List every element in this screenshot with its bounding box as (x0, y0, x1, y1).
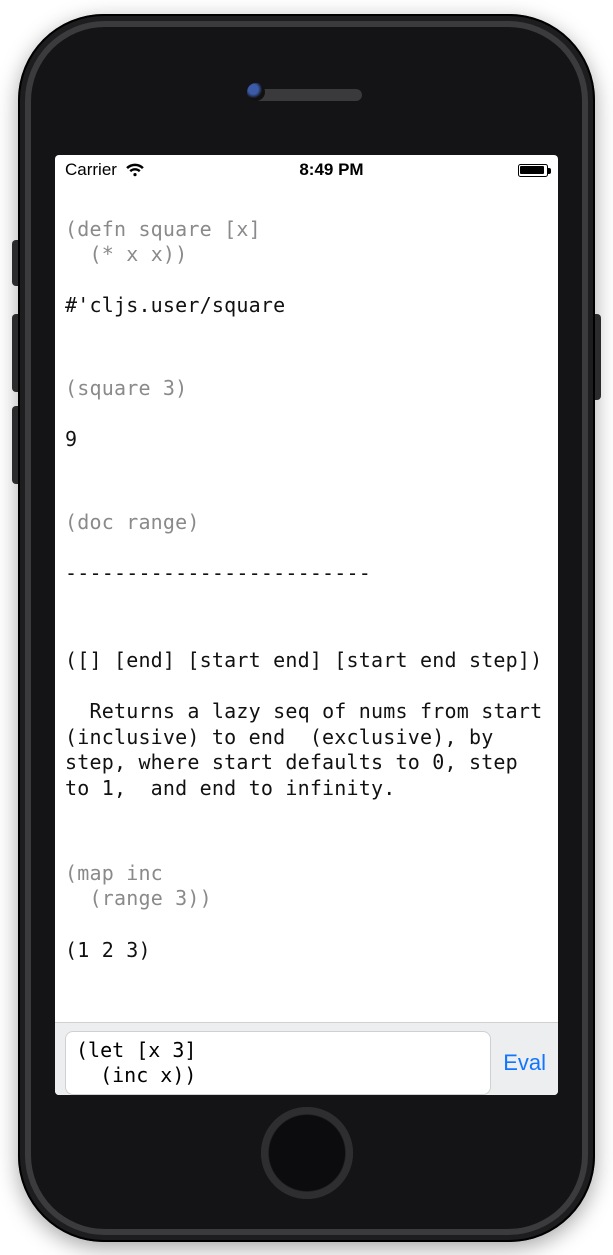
wifi-icon (125, 163, 145, 178)
front-camera (247, 83, 265, 101)
battery-icon (518, 164, 548, 177)
repl-input: (square 3) (65, 376, 548, 402)
eval-button[interactable]: Eval (503, 1050, 548, 1076)
screen: Carrier 8:49 PM (defn square [x] (* x x)… (55, 155, 558, 1095)
repl-input: (map inc (range 3)) (65, 861, 548, 912)
doc-body: Returns a lazy seq of nums from start (i… (65, 699, 548, 801)
carrier-label: Carrier (65, 160, 117, 180)
volume-down-button (12, 406, 18, 484)
code-input-bar: (let [x 3] (inc x)) Eval (55, 1022, 558, 1095)
clock-label: 8:49 PM (299, 160, 363, 180)
device-frame: Carrier 8:49 PM (defn square [x] (* x x)… (18, 14, 595, 1242)
doc-signature: ([] [end] [start end] [start end step]) (65, 648, 548, 674)
repl-transcript[interactable]: (defn square [x] (* x x)) #'cljs.user/sq… (55, 185, 558, 1022)
repl-output: 9 (65, 427, 548, 453)
home-button[interactable] (261, 1107, 353, 1199)
power-button (595, 314, 601, 400)
mute-switch (12, 240, 18, 286)
status-bar: Carrier 8:49 PM (55, 155, 558, 185)
repl-input: (defn square [x] (* x x)) (65, 217, 548, 268)
repl-output: #'cljs.user/square (65, 293, 548, 319)
speaker-grille (252, 89, 362, 101)
volume-up-button (12, 314, 18, 392)
repl-output: (1 2 3) (65, 938, 548, 964)
code-input[interactable]: (let [x 3] (inc x)) (65, 1031, 491, 1095)
repl-input: (doc range) (65, 510, 548, 536)
doc-separator: ------------------------- (65, 561, 548, 587)
